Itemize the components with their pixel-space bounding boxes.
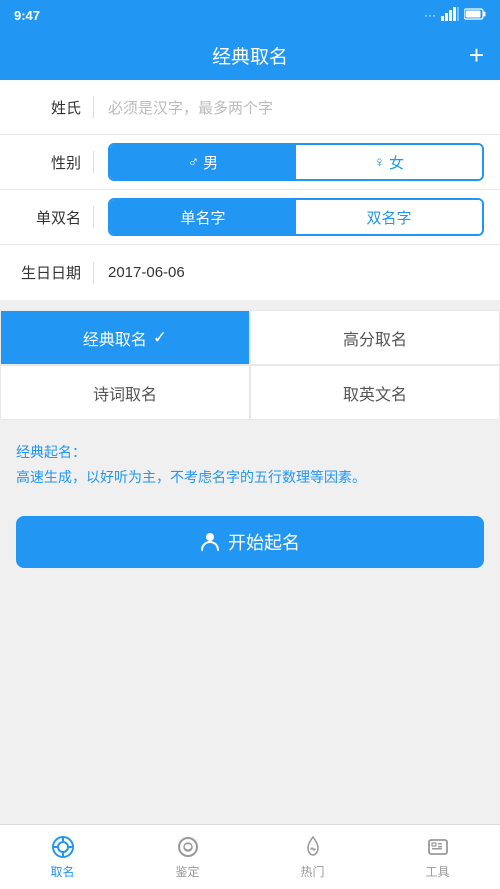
birthdate-row: 生日日期 2017-06-06 — [0, 245, 500, 300]
signal-dots-icon: ··· — [424, 8, 436, 22]
gender-male-button[interactable]: ♂ 男 — [110, 145, 296, 179]
name-single-label: 单名字 — [180, 207, 225, 228]
start-button-section: 开始起名 — [0, 502, 500, 586]
tools-nav-icon — [425, 834, 451, 860]
desc-title: 经典起名： — [16, 442, 484, 462]
nav-hot[interactable]: 热门 — [250, 825, 375, 889]
status-bar: 9:47 ··· — [0, 0, 500, 30]
hot-nav-icon — [300, 834, 326, 860]
identify-nav-label: 鉴定 — [175, 863, 199, 880]
name-double-button[interactable]: 双名字 — [296, 200, 482, 234]
hot-nav-label: 热门 — [300, 863, 324, 880]
high-score-naming-button[interactable]: 高分取名 — [250, 310, 500, 365]
birthdate-label: 生日日期 — [16, 262, 81, 283]
male-label: 男 — [203, 152, 218, 173]
desc-text: 高速生成，以好听为主，不考虑名字的五行数理等因素。 — [16, 466, 484, 488]
gender-row: 性别 ♂ 男 ♀ 女 — [0, 135, 500, 190]
female-icon: ♀ — [374, 154, 385, 171]
tools-nav-label: 工具 — [425, 863, 449, 880]
surname-divider — [93, 96, 94, 118]
status-time: 9:47 — [14, 8, 40, 23]
naming-nav-label: 取名 — [50, 863, 74, 880]
gender-toggle: ♂ 男 ♀ 女 — [108, 143, 484, 181]
bottom-nav: 取名 鉴定 热门 — [0, 824, 500, 889]
surname-label: 姓氏 — [16, 97, 81, 118]
app-header: 经典取名 + — [0, 30, 500, 80]
start-naming-label: 开始起名 — [228, 529, 300, 555]
poetry-naming-label: 诗词取名 — [93, 381, 157, 405]
nav-naming[interactable]: 取名 — [0, 825, 125, 889]
name-type-divider — [93, 206, 94, 228]
surname-input[interactable]: 必须是汉字，最多两个字 — [108, 97, 273, 118]
name-single-button[interactable]: 单名字 — [110, 200, 296, 234]
status-icons: ··· — [424, 7, 486, 24]
birthdate-divider — [93, 262, 94, 284]
main-content: 姓氏 必须是汉字，最多两个字 性别 ♂ 男 ♀ 女 单双名 — [0, 80, 500, 586]
header-title: 经典取名 — [212, 42, 288, 69]
name-type-grid: 经典取名 ✓ 高分取名 诗词取名 取英文名 — [0, 310, 500, 420]
signal-bars-icon — [441, 7, 459, 24]
gender-label: 性别 — [16, 152, 81, 173]
person-icon — [200, 532, 220, 552]
male-icon: ♂ — [188, 154, 199, 171]
identify-nav-icon — [175, 834, 201, 860]
battery-icon — [464, 8, 486, 23]
name-type-row: 单双名 单名字 双名字 — [0, 190, 500, 245]
add-button[interactable]: + — [469, 40, 484, 71]
description-section: 经典起名： 高速生成，以好听为主，不考虑名字的五行数理等因素。 — [0, 430, 500, 502]
english-naming-label: 取英文名 — [343, 381, 407, 405]
female-label: 女 — [389, 152, 404, 173]
classic-naming-button[interactable]: 经典取名 ✓ — [0, 310, 250, 365]
name-double-label: 双名字 — [366, 207, 411, 228]
nav-tools[interactable]: 工具 — [375, 825, 500, 889]
surname-row: 姓氏 必须是汉字，最多两个字 — [0, 80, 500, 135]
gender-female-button[interactable]: ♀ 女 — [296, 145, 482, 179]
name-type-toggle: 单名字 双名字 — [108, 198, 484, 236]
naming-nav-icon — [50, 834, 76, 860]
name-type-label: 单双名 — [16, 207, 81, 228]
nav-identify[interactable]: 鉴定 — [125, 825, 250, 889]
english-naming-button[interactable]: 取英文名 — [250, 365, 500, 420]
gender-divider — [93, 151, 94, 173]
classic-naming-label: 经典取名 — [83, 326, 147, 350]
form-section: 姓氏 必须是汉字，最多两个字 性别 ♂ 男 ♀ 女 单双名 — [0, 80, 500, 300]
checkmark-icon: ✓ — [153, 328, 167, 348]
high-score-naming-label: 高分取名 — [343, 326, 407, 350]
poetry-naming-button[interactable]: 诗词取名 — [0, 365, 250, 420]
name-type-section: 经典取名 ✓ 高分取名 诗词取名 取英文名 — [0, 310, 500, 420]
start-naming-button[interactable]: 开始起名 — [16, 516, 484, 568]
birthdate-value[interactable]: 2017-06-06 — [108, 264, 185, 281]
